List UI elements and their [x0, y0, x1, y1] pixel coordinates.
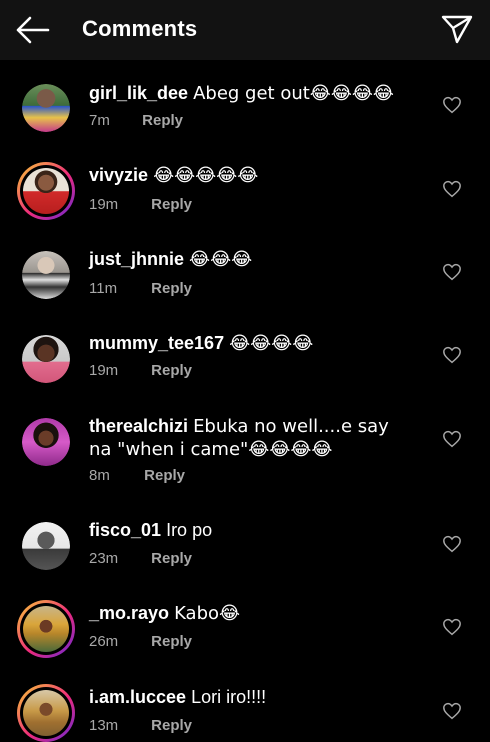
reply-button[interactable]: Reply — [142, 112, 183, 129]
username[interactable]: mummy_tee167 — [89, 333, 224, 353]
comment-text-block: just_jhnnie 😂😂😂 — [89, 248, 409, 271]
comment-text: Kabo😂 — [174, 603, 241, 624]
avatar[interactable] — [22, 84, 70, 132]
timestamp: 19m — [89, 362, 119, 379]
heart-icon[interactable] — [442, 702, 462, 720]
username[interactable]: just_jhnnie — [89, 249, 184, 269]
avatar[interactable] — [22, 522, 70, 570]
comment-meta: 19m Reply — [89, 362, 192, 379]
timestamp: 26m — [89, 633, 119, 650]
reply-button[interactable]: Reply — [144, 467, 185, 484]
top-bar: Comments — [0, 0, 490, 60]
avatar[interactable] — [22, 335, 70, 383]
heart-icon[interactable] — [442, 535, 462, 553]
avatar[interactable] — [17, 684, 75, 742]
timestamp: 11m — [89, 280, 118, 297]
comment-meta: 26m Reply — [89, 633, 192, 650]
comment-meta: 13m Reply — [89, 717, 192, 734]
comment-text: Iro po — [166, 520, 213, 540]
avatar[interactable] — [22, 251, 70, 299]
avatar[interactable] — [22, 418, 70, 466]
timestamp: 7m — [89, 112, 110, 129]
heart-icon[interactable] — [442, 263, 462, 281]
comment-text: 😂😂😂 — [189, 249, 253, 270]
username[interactable]: _mo.rayo — [89, 603, 169, 623]
comment-meta: 8m Reply — [89, 467, 185, 484]
comment-text-block: i.am.luccee Lori iro!!!! — [89, 686, 409, 708]
heart-icon[interactable] — [442, 346, 462, 364]
send-paper-plane-icon[interactable] — [440, 12, 474, 46]
comment-meta: 23m Reply — [89, 550, 192, 567]
reply-button[interactable]: Reply — [151, 280, 192, 297]
comment-text-block: fisco_01 Iro po — [89, 519, 409, 541]
comment-text: 😂😂😂😂 — [229, 333, 314, 354]
heart-icon[interactable] — [442, 180, 462, 198]
timestamp: 8m — [89, 467, 110, 484]
back-arrow-icon[interactable] — [14, 14, 50, 46]
timestamp: 19m — [89, 196, 119, 213]
avatar[interactable] — [17, 600, 75, 658]
timestamp: 23m — [89, 550, 119, 567]
reply-button[interactable]: Reply — [151, 550, 192, 567]
username[interactable]: therealchizi — [89, 416, 188, 436]
comment-text-block: _mo.rayo Kabo😂 — [89, 602, 409, 625]
username[interactable]: fisco_01 — [89, 520, 161, 540]
comment-text-block: vivyzie 😂😂😂😂😂 — [89, 164, 409, 187]
comment-text: Abeg get out😂😂😂😂 — [193, 83, 394, 104]
page-title: Comments — [82, 16, 198, 41]
reply-button[interactable]: Reply — [151, 196, 192, 213]
comment-text-block: girl_lik_dee Abeg get out😂😂😂😂 — [89, 82, 409, 105]
reply-button[interactable]: Reply — [151, 362, 192, 379]
comment-text: Lori iro!!!! — [191, 687, 267, 707]
comment-meta: 11m Reply — [89, 280, 192, 297]
username[interactable]: vivyzie — [89, 165, 148, 185]
avatar[interactable] — [17, 162, 75, 220]
comment-meta: 7m Reply — [89, 112, 183, 129]
comment-text-block: therealchizi Ebuka no well....e say na "… — [89, 415, 409, 461]
comment-meta: 19m Reply — [89, 196, 192, 213]
heart-icon[interactable] — [442, 430, 462, 448]
comment-text-block: mummy_tee167 😂😂😂😂 — [89, 332, 409, 355]
timestamp: 13m — [89, 717, 119, 734]
heart-icon[interactable] — [442, 96, 462, 114]
reply-button[interactable]: Reply — [151, 717, 192, 734]
username[interactable]: i.am.luccee — [89, 687, 186, 707]
comment-text: 😂😂😂😂😂 — [153, 165, 259, 186]
heart-icon[interactable] — [442, 618, 462, 636]
username[interactable]: girl_lik_dee — [89, 83, 188, 103]
reply-button[interactable]: Reply — [151, 633, 192, 650]
